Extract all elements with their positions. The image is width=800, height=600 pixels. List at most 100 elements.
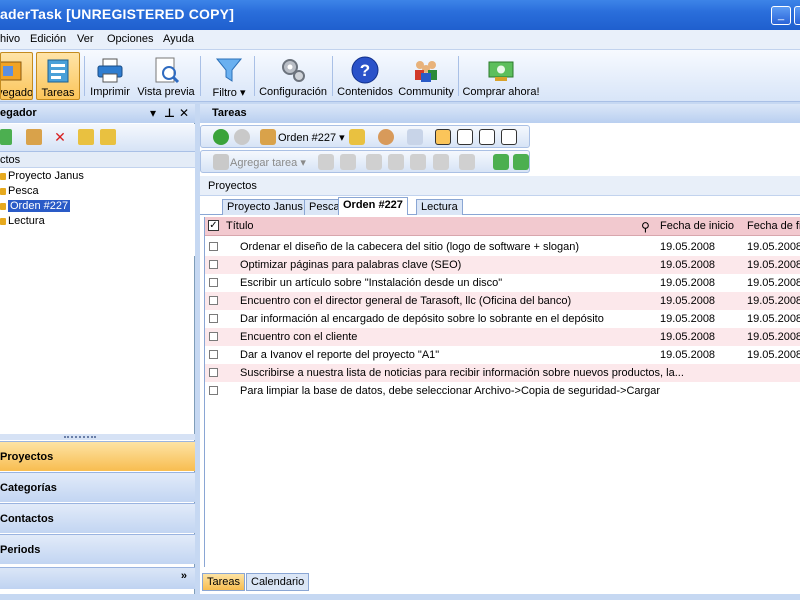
column-start-date[interactable]: Fecha de inicio (660, 220, 734, 232)
folder-open-icon[interactable] (349, 129, 365, 145)
menu-archivo[interactable]: hivo (0, 33, 20, 45)
task-row[interactable]: Encuentro con el cliente 19.05.2008 19.05.… (205, 328, 800, 346)
edit-task-icon[interactable] (318, 154, 334, 170)
menu-edicion[interactable]: Edición (30, 33, 66, 45)
minimize-button[interactable]: _ (771, 6, 791, 25)
filter-view-1-icon[interactable] (435, 129, 451, 145)
close-icon[interactable]: ✕ (179, 106, 189, 120)
column-title[interactable]: Título (226, 220, 254, 232)
nav-categorias[interactable]: Categorías (0, 472, 195, 502)
navigator-button[interactable]: vegador (0, 52, 33, 100)
task-title: Dar a Ivanov el reporte del proyecto "A1… (240, 349, 440, 361)
navigator-header: egador ▾ ⊥ ✕ (0, 104, 195, 123)
task-row[interactable]: Para limpiar la base de datos, debe sele… (205, 382, 800, 400)
nav-periods[interactable]: Periods (0, 534, 195, 564)
settings-button[interactable]: Configuración (258, 52, 328, 100)
task-title: Escribir un artículo sobre "Instalación … (240, 277, 503, 289)
tasks-button[interactable]: Tareas (36, 52, 80, 100)
move-down-icon[interactable] (78, 129, 94, 145)
tree-item-proyecto-janus[interactable]: Proyecto Janus (0, 169, 195, 184)
task-row[interactable]: Encuentro con el director general de Tar… (205, 292, 800, 310)
move-up-icon[interactable] (100, 129, 116, 145)
edit-project-icon[interactable] (26, 129, 42, 145)
task-row[interactable]: Suscribirse a nuestra lista de noticias … (205, 364, 800, 382)
forward-icon[interactable] (234, 129, 250, 145)
delete-icon[interactable]: ✕ (52, 129, 68, 145)
column-end-date[interactable]: Fecha de fin (747, 220, 800, 232)
task-title: Ordenar el diseño de la cabecera del sit… (240, 241, 580, 253)
task-end-date: 19.05.2008 (747, 259, 800, 271)
filter-view-2-icon[interactable] (457, 129, 473, 145)
community-icon (415, 61, 437, 82)
pin-icon[interactable]: ⊥ (164, 106, 175, 120)
menu-ayuda[interactable]: Ayuda (163, 33, 194, 45)
tasks-header: Tareas (200, 104, 800, 123)
panel-dropdown-icon[interactable]: ▾ (150, 106, 156, 120)
tab-calendario[interactable]: Calendario (246, 573, 310, 591)
filter-button[interactable]: Filtro ▾ (206, 52, 252, 100)
task-checkbox[interactable] (209, 278, 218, 287)
tree-item-orden-227[interactable]: Orden #227 (0, 199, 195, 214)
task-checkbox[interactable] (209, 296, 218, 305)
add-project-icon[interactable] (0, 129, 12, 145)
grid-header: ✓ Título ⚲ Fecha de inicio Fecha de fin (205, 217, 800, 236)
import-icon[interactable] (513, 154, 529, 170)
copy-icon[interactable] (388, 154, 404, 170)
task-checkbox[interactable] (209, 386, 218, 395)
contents-button[interactable]: ? Contenidos (336, 52, 394, 100)
tasks-toolbar-1: Orden #227 ▾ (200, 125, 530, 148)
add-task-button[interactable]: Agregar tarea ▾ (230, 156, 306, 169)
tree-item-pesca[interactable]: Pesca (0, 184, 195, 199)
svg-text:?: ? (360, 61, 370, 80)
clear-icon[interactable] (433, 154, 449, 170)
task-checkbox[interactable] (209, 368, 218, 377)
nav-contactos[interactable]: Contactos (0, 503, 195, 533)
indent-icon[interactable] (459, 154, 475, 170)
task-checkbox[interactable] (209, 350, 218, 359)
export-icon[interactable] (493, 154, 509, 170)
task-row[interactable]: Ordenar el diseño de la cabecera del sit… (205, 238, 800, 256)
tree-header: ctos (0, 152, 195, 168)
tab-tareas[interactable]: Tareas (202, 573, 246, 591)
print-button[interactable]: Imprimir (88, 52, 132, 100)
user-icon[interactable] (378, 129, 394, 145)
back-icon[interactable] (213, 129, 229, 145)
nav-proyectos[interactable]: Proyectos (0, 441, 195, 471)
task-row[interactable]: Dar a Ivanov el reporte del proyecto "A1… (205, 346, 800, 364)
order-selector[interactable]: Orden #227 ▾ (278, 131, 345, 144)
task-start-date: 19.05.2008 (660, 277, 716, 289)
maximize-button[interactable] (794, 6, 800, 25)
task-checkbox[interactable] (209, 260, 218, 269)
select-all-checkbox[interactable]: ✓ (208, 220, 219, 231)
splitter[interactable] (0, 434, 195, 440)
breadcrumb: Proyectos (200, 176, 800, 196)
menu-opciones[interactable]: Opciones (107, 33, 153, 45)
paste-icon[interactable] (410, 154, 426, 170)
preview-button[interactable]: Vista previa (136, 52, 196, 100)
project-tree: Proyecto Janus Pesca Orden #227 Lectura (0, 169, 195, 229)
tab-lectura[interactable]: Lectura (416, 199, 463, 215)
view-tabs: Tareas Calendario (200, 572, 800, 592)
task-row[interactable]: Dar información al encargado de depósito… (205, 310, 800, 328)
menu-ver[interactable]: Ver (77, 33, 94, 45)
filter-view-4-icon[interactable] (501, 129, 517, 145)
chevron-right-icon: » (180, 570, 187, 582)
filter-view-3-icon[interactable] (479, 129, 495, 145)
task-row[interactable]: Optimizar páginas para palabras clave (S… (205, 256, 800, 274)
task-checkbox[interactable] (209, 314, 218, 323)
task-end-date: 19.05.2008 (747, 241, 800, 253)
search-icon[interactable]: ⚲ (641, 220, 650, 234)
community-button[interactable]: Community (398, 52, 454, 100)
task-checkbox[interactable] (209, 332, 218, 341)
tab-orden-227[interactable]: Orden #227 (338, 197, 408, 215)
tree-item-lectura[interactable]: Lectura (0, 214, 195, 229)
cut-icon[interactable] (366, 154, 382, 170)
delete-task-icon[interactable] (340, 154, 356, 170)
task-row[interactable]: Escribir un artículo sobre "Instalación … (205, 274, 800, 292)
project-icon (0, 218, 6, 225)
nav-overflow[interactable]: » (0, 567, 195, 589)
buy-now-button[interactable]: Comprar ahora! (462, 52, 540, 100)
tab-proyecto-janus[interactable]: Proyecto Janus (222, 199, 308, 215)
calendar-icon[interactable] (407, 129, 423, 145)
task-checkbox[interactable] (209, 242, 218, 251)
